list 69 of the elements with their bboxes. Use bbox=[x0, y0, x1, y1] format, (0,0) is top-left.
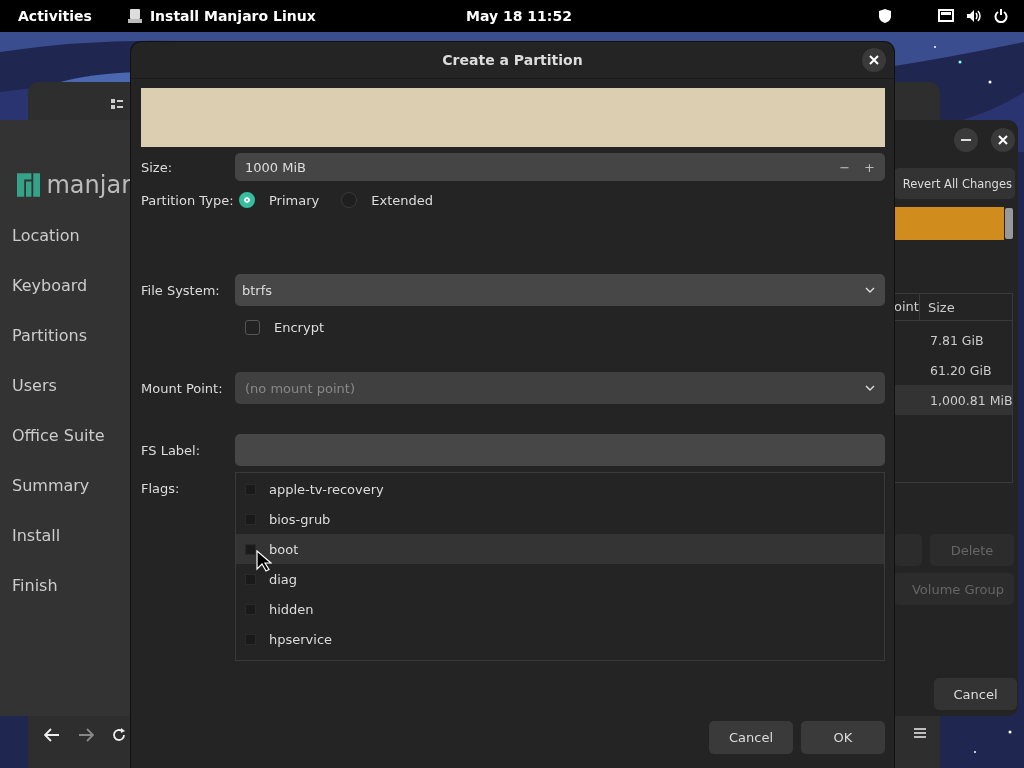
flag-label: hpservice bbox=[269, 631, 333, 647]
flag-label: diag bbox=[269, 571, 298, 587]
chevron-icon bbox=[865, 287, 875, 293]
menu-icon[interactable] bbox=[914, 728, 926, 738]
close-icon[interactable] bbox=[998, 135, 1008, 145]
decrement-button[interactable]: − bbox=[839, 159, 851, 175]
radio-button[interactable] bbox=[239, 192, 255, 208]
activities-button[interactable]: Activities bbox=[0, 8, 110, 24]
logo-text: manjar bbox=[46, 171, 131, 199]
cursor-icon bbox=[256, 550, 272, 572]
close-icon bbox=[869, 55, 879, 65]
sidebar-item[interactable]: Office Suite bbox=[0, 410, 131, 460]
app-menu[interactable]: Install Manjaro Linux bbox=[149, 8, 316, 24]
sidebar-item[interactable]: Location bbox=[0, 210, 131, 260]
dialog-button[interactable]: Cancel bbox=[709, 721, 793, 754]
shield-icon[interactable] bbox=[878, 8, 892, 24]
sidebar-item[interactable]: Users bbox=[0, 360, 131, 410]
logo-icon bbox=[17, 172, 41, 198]
sidebar-item[interactable]: Keyboard bbox=[0, 260, 131, 310]
back-icon[interactable] bbox=[44, 728, 60, 742]
power-icon[interactable] bbox=[994, 9, 1008, 23]
radio-label[interactable]: Primary bbox=[269, 192, 320, 208]
flag-label: hidden bbox=[269, 601, 314, 617]
speaker-icon[interactable] bbox=[966, 9, 982, 23]
flag-label: boot bbox=[269, 541, 299, 557]
chevron-icon bbox=[865, 385, 875, 391]
flag-row[interactable]: hidden bbox=[236, 594, 884, 624]
flag-row[interactable]: diag bbox=[236, 564, 884, 594]
field-label: Partition Type: bbox=[141, 192, 235, 208]
radio-label[interactable]: Extended bbox=[371, 192, 433, 208]
installer-icon bbox=[127, 8, 142, 24]
dialog-title: Create a Partition bbox=[442, 52, 583, 68]
forward-icon[interactable] bbox=[78, 728, 94, 742]
checkbox[interactable] bbox=[245, 543, 256, 555]
increment-button[interactable]: + bbox=[864, 159, 875, 175]
flag-label: bios-grub bbox=[269, 511, 331, 527]
field-label: File System: bbox=[141, 282, 221, 298]
action-button[interactable]: Cancel bbox=[934, 678, 1017, 710]
size-spinbox[interactable]: 1000 MiB − + bbox=[235, 153, 885, 181]
dialog-button[interactable]: OK bbox=[801, 721, 885, 754]
table-row[interactable]: 61.20 GiB bbox=[894, 355, 1012, 385]
table-row[interactable]: 7.81 GiB bbox=[894, 325, 1012, 355]
column-header[interactable]: Size bbox=[920, 299, 955, 315]
sidebar-item[interactable]: Install bbox=[0, 510, 131, 560]
table-row[interactable]: 1,000.81 MiB bbox=[894, 385, 1012, 415]
clock[interactable]: May 18 11:52 bbox=[466, 8, 572, 24]
checkbox-label[interactable]: Encrypt bbox=[274, 320, 324, 335]
field-label: Flags: bbox=[141, 481, 181, 496]
sidebar-item[interactable]: Summary bbox=[0, 460, 131, 510]
revert-button[interactable]: Revert All Changes bbox=[894, 168, 1015, 199]
radio-button[interactable] bbox=[341, 192, 358, 208]
flag-row[interactable]: bios-grub bbox=[236, 504, 884, 534]
flag-label: apple-tv-recovery bbox=[269, 481, 384, 497]
flag-row[interactable]: hpservice bbox=[236, 624, 884, 654]
reload-icon[interactable] bbox=[112, 728, 126, 742]
checkbox[interactable] bbox=[245, 320, 260, 335]
field-label: FS Label: bbox=[141, 442, 202, 458]
field-label: Size: bbox=[141, 159, 174, 175]
scrollbar-thumb[interactable] bbox=[1005, 208, 1013, 239]
file-system-dropdown[interactable]: btrfs bbox=[235, 274, 885, 306]
size-value: 1000 MiB bbox=[245, 159, 306, 175]
sidebar-item[interactable]: Finish bbox=[0, 560, 131, 610]
field-label: Mount Point: bbox=[141, 380, 224, 396]
flag-row[interactable]: boot bbox=[236, 534, 884, 564]
list-icon[interactable] bbox=[111, 99, 123, 109]
flag-row[interactable]: apple-tv-recovery bbox=[236, 474, 884, 504]
fs-label-field[interactable] bbox=[235, 434, 885, 466]
close-button[interactable] bbox=[862, 48, 886, 72]
sidebar-item[interactable]: Partitions bbox=[0, 310, 131, 360]
